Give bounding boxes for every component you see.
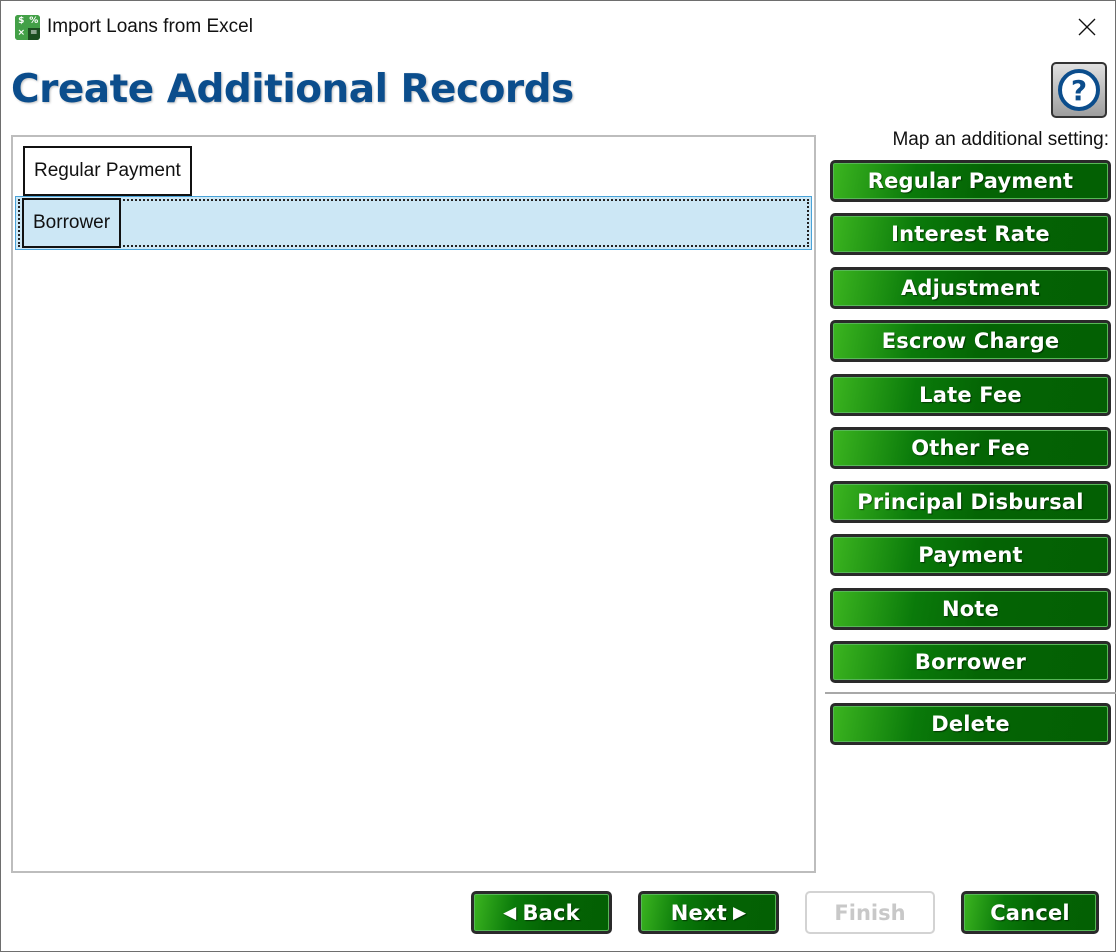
- help-glyph: ?: [1070, 73, 1088, 107]
- add-note-button[interactable]: Note: [830, 588, 1111, 630]
- add-other-fee-button[interactable]: Other Fee: [830, 427, 1111, 469]
- add-payment-button[interactable]: Payment: [830, 534, 1111, 576]
- record-row[interactable]: Regular Payment: [15, 141, 812, 196]
- help-icon: ?: [1058, 69, 1100, 111]
- title-bar: $ % × = Import Loans from Excel: [1, 1, 1115, 55]
- add-principal-disbursal-button[interactable]: Principal Disbursal: [830, 481, 1111, 523]
- next-label: Next: [670, 900, 727, 925]
- record-tag[interactable]: Borrower: [22, 198, 122, 248]
- next-button[interactable]: Next ▶: [638, 891, 779, 934]
- next-arrow-icon: ▶: [732, 902, 747, 923]
- dollar-glyph: $: [15, 15, 28, 28]
- close-icon: [1078, 18, 1096, 36]
- back-label: Back: [522, 900, 580, 925]
- add-interest-rate-button[interactable]: Interest Rate: [830, 213, 1111, 255]
- add-regular-payment-button[interactable]: Regular Payment: [830, 160, 1111, 202]
- focus-rectangle: [18, 199, 809, 247]
- finish-button[interactable]: Finish: [805, 891, 935, 934]
- equals-glyph: =: [27, 27, 40, 40]
- records-list[interactable]: Regular Payment Borrower: [11, 135, 816, 873]
- window-title: Import Loans from Excel: [47, 16, 253, 37]
- delete-button[interactable]: Delete: [830, 703, 1111, 745]
- add-adjustment-button[interactable]: Adjustment: [830, 267, 1111, 309]
- import-dialog: $ % × = Import Loans from Excel Create A…: [0, 0, 1116, 952]
- add-borrower-button[interactable]: Borrower: [830, 641, 1111, 683]
- record-row-selected[interactable]: Borrower: [15, 196, 812, 250]
- map-setting-label: Map an additional setting:: [892, 129, 1109, 150]
- times-glyph: ×: [15, 27, 28, 40]
- back-arrow-icon: ◀: [503, 902, 517, 923]
- back-button[interactable]: ◀ Back: [471, 891, 612, 934]
- add-escrow-charge-button[interactable]: Escrow Charge: [830, 320, 1111, 362]
- help-button[interactable]: ?: [1051, 62, 1107, 118]
- percent-glyph: %: [27, 15, 40, 28]
- sidebar-divider: [825, 692, 1116, 694]
- add-late-fee-button[interactable]: Late Fee: [830, 374, 1111, 416]
- excel-calculator-icon: $ % × =: [15, 15, 40, 40]
- record-tag[interactable]: Regular Payment: [23, 146, 192, 196]
- page-title: Create Additional Records: [11, 67, 574, 112]
- close-button[interactable]: [1071, 11, 1103, 43]
- cancel-button[interactable]: Cancel: [961, 891, 1099, 934]
